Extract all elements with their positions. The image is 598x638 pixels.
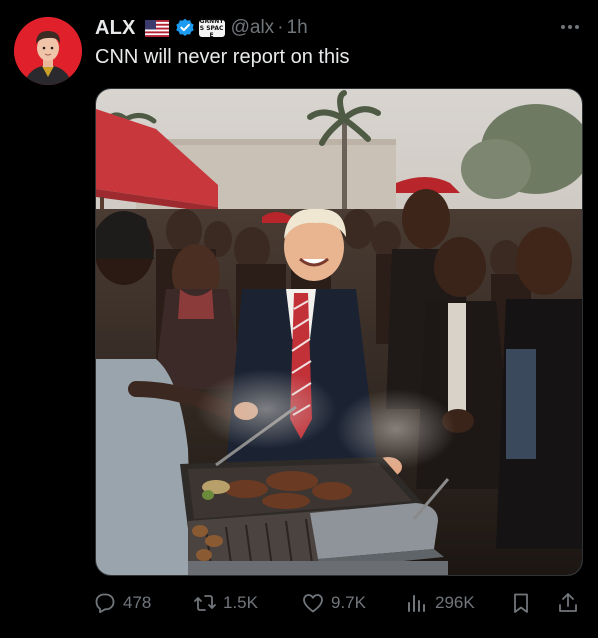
time-separator: · [277,17,284,38]
share-button[interactable] [556,591,580,615]
views-count: 296K [435,593,475,612]
bookmark-icon [514,593,528,613]
retweet-icon [194,595,216,611]
retweet-button[interactable]: 1.5K [193,591,258,615]
bookmark-button[interactable] [509,591,533,615]
heart-icon [303,594,323,613]
affiliate-badge[interactable]: GRNNYS SPACE [198,18,225,39]
views-button[interactable]: 296K [405,591,475,615]
like-count: 9.7K [331,593,366,612]
like-button[interactable]: 9.7K [301,591,366,615]
analytics-icon [408,595,425,612]
tweet[interactable]: ALX GRNNYS SPACE @alx · 1h CNN will neve… [0,0,598,638]
display-name[interactable]: ALX [95,17,136,40]
reply-icon [95,593,115,614]
more-options-icon[interactable] [558,19,582,35]
verified-badge-icon[interactable] [175,18,195,38]
reply-count: 478 [123,593,152,612]
reply-button[interactable]: 478 [93,591,151,615]
tweet-text: CNN will never report on this [95,46,350,68]
author-avatar[interactable] [14,17,82,85]
us-flag-icon [144,19,169,37]
share-icon [559,593,577,612]
retweet-count: 1.5K [223,593,258,612]
tweet-actions: 478 1.5K 9.7K 296K [93,588,585,618]
timestamp[interactable]: 1h [287,17,308,39]
tweet-header: ALX GRNNYS SPACE @alx · 1h [95,14,308,42]
tweet-photo[interactable] [95,88,583,576]
handle[interactable]: @alx [231,17,275,39]
